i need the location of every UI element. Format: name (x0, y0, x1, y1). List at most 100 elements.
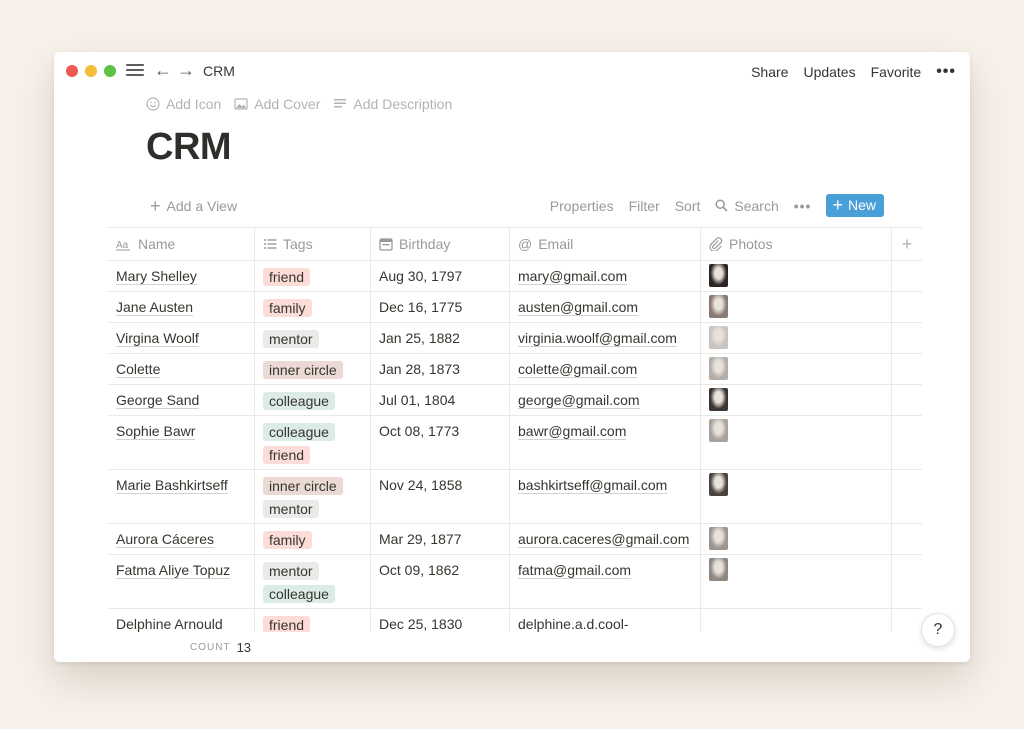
minimize-window-button[interactable] (85, 65, 97, 77)
app-window: ← → CRM Share Updates Favorite ••• Add I… (54, 52, 970, 662)
cell-email[interactable]: mary@gmail.com (510, 261, 701, 291)
table-body: Mary Shelley friend Aug 30, 1797 mary@gmail… (108, 261, 922, 640)
cell-tags[interactable]: family (255, 292, 371, 322)
cell-name[interactable]: Mary Shelley (108, 261, 255, 291)
cell-email[interactable]: austen@gmail.com (510, 292, 701, 322)
cell-tags[interactable]: family (255, 524, 371, 554)
cell-email[interactable]: colette@gmail.com (510, 354, 701, 384)
cell-photos[interactable] (701, 323, 892, 353)
portrait-thumbnail[interactable] (709, 527, 728, 550)
cell-name[interactable]: Aurora Cáceres (108, 524, 255, 554)
add-view-button[interactable]: + Add a View (150, 197, 237, 215)
cell-photos[interactable] (701, 385, 892, 415)
name-text: Colette (116, 361, 161, 378)
cell-name[interactable]: Colette (108, 354, 255, 384)
portrait-thumbnail[interactable] (709, 419, 728, 442)
add-description-button[interactable]: Add Description (333, 96, 452, 112)
cell-name[interactable]: George Sand (108, 385, 255, 415)
portrait-thumbnail[interactable] (709, 357, 728, 380)
page-title[interactable]: CRM (146, 126, 232, 169)
help-button[interactable]: ? (921, 613, 955, 647)
column-header-birthday[interactable]: Birthday (371, 228, 510, 260)
filter-button[interactable]: Filter (629, 198, 660, 214)
menu-icon[interactable] (126, 63, 144, 77)
portrait-thumbnail[interactable] (709, 473, 728, 496)
add-icon-button[interactable]: Add Icon (146, 96, 221, 112)
share-button[interactable]: Share (751, 64, 788, 80)
portrait-thumbnail[interactable] (709, 388, 728, 411)
cell-photos[interactable] (701, 555, 892, 608)
column-header-tags[interactable]: Tags (255, 228, 371, 260)
cell-birthday[interactable]: Mar 29, 1877 (371, 524, 510, 554)
table-row[interactable]: Colette inner circle Jan 28, 1873 colette@g… (108, 354, 922, 385)
column-header-email[interactable]: @ Email (510, 228, 701, 260)
close-window-button[interactable] (66, 65, 78, 77)
cell-photos[interactable] (701, 470, 892, 523)
search-button[interactable]: Search (715, 198, 779, 214)
cell-email[interactable]: bashkirtseff@gmail.com (510, 470, 701, 523)
cell-email[interactable]: aurora.caceres@gmail.com (510, 524, 701, 554)
cell-birthday[interactable]: Oct 09, 1862 (371, 555, 510, 608)
cell-name[interactable]: Fatma Aliye Topuz (108, 555, 255, 608)
table-row[interactable]: Sophie Bawr colleague friend Oct 08, 1773 ba… (108, 416, 922, 470)
table-row[interactable]: Mary Shelley friend Aug 30, 1797 mary@gmail… (108, 261, 922, 292)
cell-name[interactable]: Jane Austen (108, 292, 255, 322)
tag-list: mentor (263, 330, 362, 353)
cell-photos[interactable] (701, 524, 892, 554)
list-icon (264, 239, 277, 249)
portrait-thumbnail[interactable] (709, 264, 728, 287)
column-header-name[interactable]: Aa Name (108, 228, 255, 260)
table-row[interactable]: Aurora Cáceres family Mar 29, 1877 aurora.c… (108, 524, 922, 555)
cell-photos[interactable] (701, 354, 892, 384)
add-column-button[interactable]: + (892, 228, 922, 260)
cell-birthday[interactable]: Nov 24, 1858 (371, 470, 510, 523)
cell-name[interactable]: Virgina Woolf (108, 323, 255, 353)
sort-button[interactable]: Sort (675, 198, 701, 214)
cell-email[interactable]: fatma@gmail.com (510, 555, 701, 608)
forward-arrow-icon[interactable]: → (177, 60, 195, 80)
table-row[interactable]: Marie Bashkirtseff inner circle mentor Nov … (108, 470, 922, 524)
back-arrow-icon[interactable]: ← (154, 60, 172, 80)
cell-tags[interactable]: inner circle (255, 354, 371, 384)
properties-button[interactable]: Properties (550, 198, 614, 214)
cell-birthday[interactable]: Jan 25, 1882 (371, 323, 510, 353)
cell-birthday[interactable]: Aug 30, 1797 (371, 261, 510, 291)
portrait-thumbnail[interactable] (709, 295, 728, 318)
table-row[interactable]: Fatma Aliye Topuz mentor colleague Oct 09, … (108, 555, 922, 609)
cell-tags[interactable]: friend (255, 261, 371, 291)
updates-button[interactable]: Updates (803, 64, 855, 80)
table-row[interactable]: George Sand colleague Jul 01, 1804 george@g… (108, 385, 922, 416)
cell-birthday[interactable]: Jul 01, 1804 (371, 385, 510, 415)
cell-birthday[interactable]: Jan 28, 1873 (371, 354, 510, 384)
view-more-button[interactable]: ••• (794, 198, 812, 214)
cell-tags[interactable]: colleague friend (255, 416, 371, 469)
cell-photos[interactable] (701, 261, 892, 291)
cell-birthday[interactable]: Dec 16, 1775 (371, 292, 510, 322)
portrait-thumbnail[interactable] (709, 558, 728, 581)
cell-email[interactable]: bawr@gmail.com (510, 416, 701, 469)
cell-email[interactable]: george@gmail.com (510, 385, 701, 415)
cell-tags[interactable]: mentor colleague (255, 555, 371, 608)
cell-tags[interactable]: mentor (255, 323, 371, 353)
breadcrumb[interactable]: CRM (203, 63, 235, 79)
cell-name[interactable]: Marie Bashkirtseff (108, 470, 255, 523)
table-row[interactable]: Jane Austen family Dec 16, 1775 austen@gmai… (108, 292, 922, 323)
cell-photos[interactable] (701, 292, 892, 322)
favorite-button[interactable]: Favorite (871, 64, 922, 80)
add-cover-button[interactable]: Add Cover (234, 96, 320, 112)
more-options-button[interactable]: ••• (936, 63, 956, 81)
table-row[interactable]: Virgina Woolf mentor Jan 25, 1882 virginia.… (108, 323, 922, 354)
cell-tags[interactable]: inner circle mentor (255, 470, 371, 523)
cell-birthday[interactable]: Oct 08, 1773 (371, 416, 510, 469)
cell-empty (892, 416, 922, 469)
cell-tags[interactable]: colleague (255, 385, 371, 415)
portrait-thumbnail[interactable] (709, 326, 728, 349)
row-count[interactable]: COUNT 13 (190, 640, 251, 655)
cell-name[interactable]: Sophie Bawr (108, 416, 255, 469)
new-button[interactable]: + New (826, 194, 884, 217)
cell-photos[interactable] (701, 416, 892, 469)
cell-email[interactable]: virginia.woolf@gmail.com (510, 323, 701, 353)
column-header-photos[interactable]: Photos (701, 228, 892, 260)
page-actions: Add Icon Add Cover Add Description (146, 96, 452, 112)
maximize-window-button[interactable] (104, 65, 116, 77)
